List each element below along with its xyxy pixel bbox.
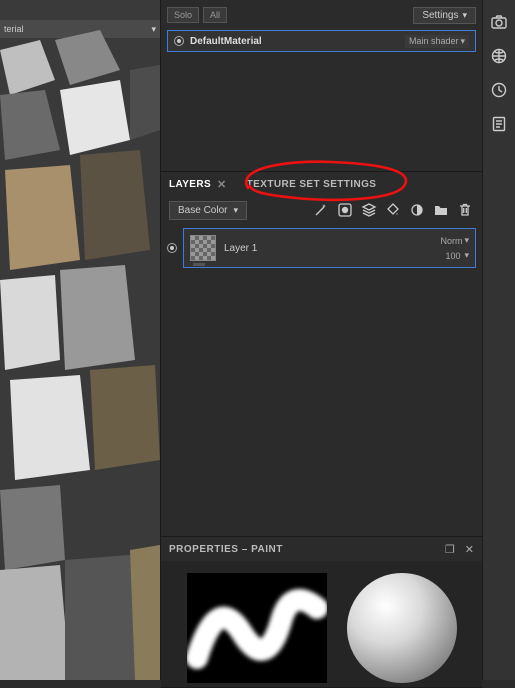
layer-visibility-radio[interactable]: [167, 243, 177, 253]
smart-material-icon[interactable]: [408, 201, 426, 219]
notes-icon[interactable]: [487, 112, 511, 136]
chevron-down-icon: ▾: [233, 205, 238, 216]
viewport-3d[interactable]: terial ▾: [0, 0, 160, 680]
material-item[interactable]: DefaultMaterial Main shader ▾: [167, 30, 476, 52]
layers-panel: LAYERS ✕ TEXTURE SET SETTINGS Base Color…: [161, 172, 482, 537]
material-shader-dropdown[interactable]: Main shader ▾: [405, 35, 469, 48]
material-sphere-preview[interactable]: [347, 573, 457, 683]
settings-label: Settings: [422, 10, 458, 21]
globe-icon[interactable]: [487, 44, 511, 68]
folder-icon[interactable]: [432, 201, 450, 219]
tab-layers-label: LAYERS: [169, 179, 211, 190]
tab-texture-set-settings[interactable]: TEXTURE SET SETTINGS: [247, 179, 377, 190]
properties-panel: PROPERTIES – PAINT ❐ ✕: [161, 537, 482, 688]
close-icon[interactable]: ✕: [465, 543, 474, 556]
chevron-down-icon: ▾: [462, 10, 467, 21]
chevron-down-icon: ▾: [464, 250, 469, 261]
viewport-mesh: [0, 0, 160, 680]
channel-label: Base Color: [178, 205, 227, 216]
close-icon[interactable]: ✕: [217, 178, 227, 191]
properties-title: PROPERTIES – PAINT: [169, 544, 283, 555]
add-fill-icon[interactable]: [384, 201, 402, 219]
popout-icon[interactable]: ❐: [445, 543, 455, 556]
trash-icon[interactable]: [456, 201, 474, 219]
camera-icon[interactable]: [487, 10, 511, 34]
all-button[interactable]: All: [203, 7, 227, 23]
right-toolstrip: [482, 0, 515, 680]
chevron-down-icon: ▾: [464, 235, 469, 246]
material-name: DefaultMaterial: [190, 36, 399, 47]
layer-row[interactable]: Layer 1 Norm ▾ 100 ▾: [183, 228, 476, 268]
tab-texture-set-label: TEXTURE SET SETTINGS: [247, 179, 377, 190]
brush-stroke-preview[interactable]: [187, 573, 327, 683]
chevron-down-icon: ▾: [460, 36, 465, 47]
tab-layers[interactable]: LAYERS ✕: [169, 178, 227, 191]
solo-button[interactable]: Solo: [167, 7, 199, 23]
texture-set-list-panel: Solo All Settings ▾ DefaultMaterial Main…: [161, 0, 482, 172]
history-icon[interactable]: [487, 78, 511, 102]
add-layer-icon[interactable]: [360, 201, 378, 219]
wand-icon[interactable]: [312, 201, 330, 219]
mask-icon[interactable]: [336, 201, 354, 219]
layer-name[interactable]: Layer 1: [224, 243, 432, 254]
material-visibility-radio[interactable]: [174, 36, 184, 46]
channel-dropdown[interactable]: Base Color ▾: [169, 201, 247, 220]
layer-blend-dropdown[interactable]: Norm ▾: [440, 235, 469, 246]
layer-thumbnail[interactable]: [190, 235, 216, 261]
layer-opacity-dropdown[interactable]: 100 ▾: [445, 250, 469, 261]
settings-dropdown[interactable]: Settings ▾: [413, 7, 476, 24]
